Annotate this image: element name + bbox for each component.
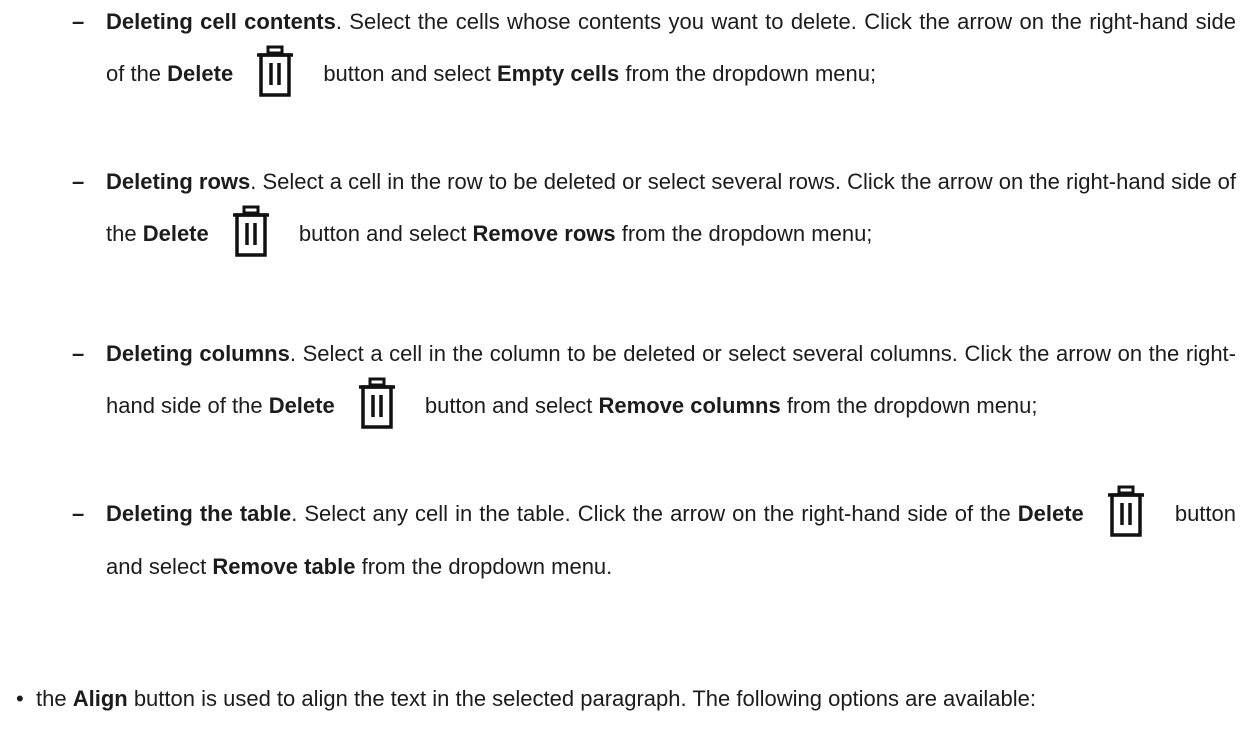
delete-button-label: Delete	[268, 393, 335, 418]
item-text: from the dropdown menu.	[355, 554, 613, 580]
trash-icon	[231, 205, 271, 257]
item-text: from the dropdown menu;	[615, 221, 873, 246]
item-text: from the dropdown menu;	[780, 393, 1038, 418]
dash-marker: –	[72, 341, 85, 366]
item-title: Deleting cell contents	[106, 9, 336, 34]
item-text: . Select any cell in the table. Click th…	[291, 501, 1018, 526]
menu-option-name: Remove table	[212, 554, 356, 580]
dash-marker: –	[72, 501, 85, 526]
delete-button-label: Delete	[1017, 501, 1084, 526]
dash-marker: –	[72, 9, 85, 34]
item-text: button is used to align the text in the …	[127, 686, 1036, 711]
trash-icon	[255, 45, 295, 97]
menu-option-name: Remove columns	[598, 393, 781, 418]
menu-option-name: Remove rows	[472, 221, 616, 246]
item-text: button and select	[418, 393, 599, 418]
item-text: from the dropdown menu;	[619, 61, 877, 86]
bullet-marker: •	[16, 686, 24, 711]
trash-icon	[1106, 485, 1146, 537]
align-button-label: Align	[72, 686, 128, 711]
list-item-deleting-cell-contents: – Deleting cell contents. Select the cel…	[72, 0, 1236, 101]
item-title: Deleting the table	[106, 501, 292, 526]
menu-option-name: Empty cells	[497, 61, 620, 86]
trash-icon	[357, 377, 397, 429]
list-item-deleting-rows: – Deleting rows. Select a cell in the ro…	[72, 156, 1236, 261]
list-item-align: • the Align button is used to align the …	[16, 684, 1216, 714]
item-title: Deleting columns	[106, 341, 290, 366]
item-text: button and select	[317, 61, 497, 86]
list-item-deleting-columns: – Deleting columns. Select a cell in the…	[72, 328, 1236, 433]
list-item-deleting-table: – Deleting the table. Select any cell in…	[72, 485, 1236, 593]
dash-marker: –	[72, 169, 85, 194]
delete-button-label: Delete	[142, 221, 209, 246]
document-page: – Deleting cell contents. Select the cel…	[0, 0, 1256, 747]
item-text: the	[36, 686, 73, 711]
item-text: button and select	[292, 221, 473, 246]
item-title: Deleting rows	[106, 169, 251, 194]
delete-button-label: Delete	[167, 61, 234, 86]
